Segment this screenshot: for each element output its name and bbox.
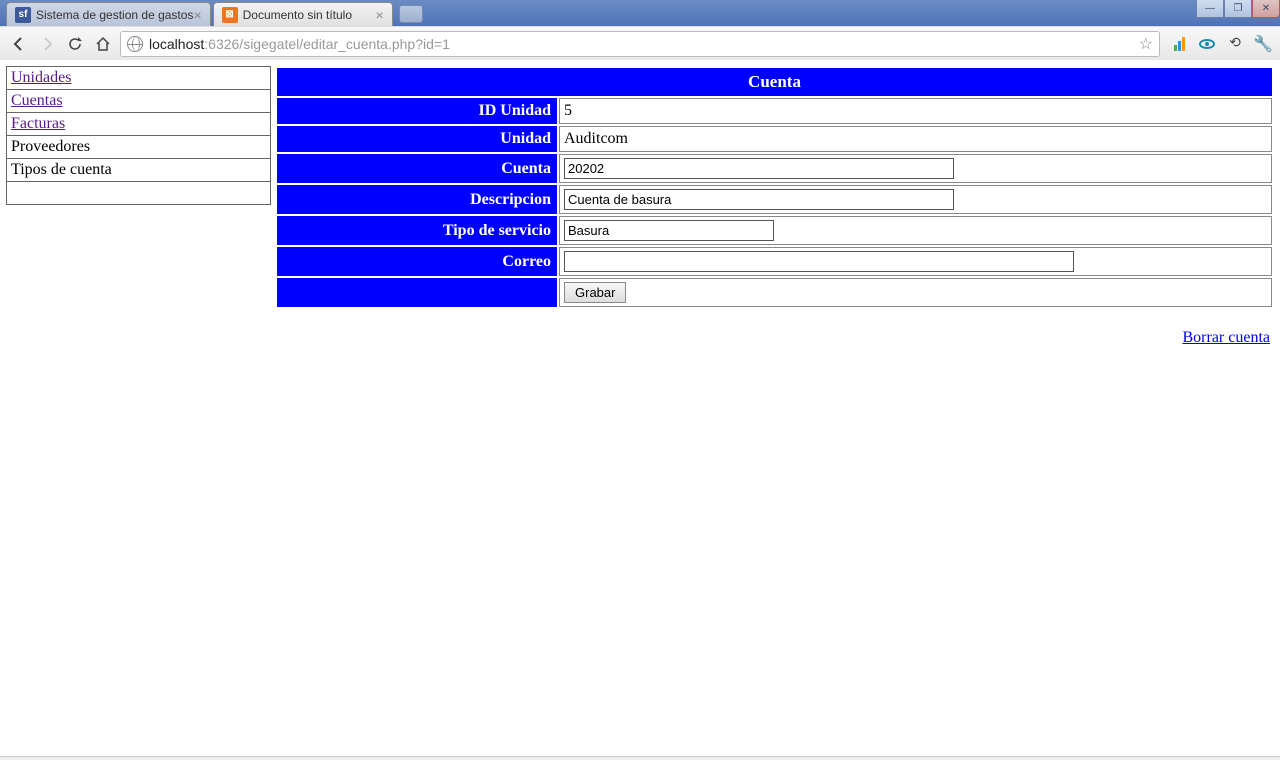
new-tab-button[interactable] xyxy=(399,5,423,23)
bookmark-star-icon[interactable]: ☆ xyxy=(1139,34,1153,54)
sidebar-nav: Unidades Cuentas Facturas Proveedores Ti… xyxy=(6,66,271,347)
tab-label: Documento sin título xyxy=(243,8,352,22)
cuenta-form-table: Cuenta ID Unidad 5 Unidad Auditcom Cuent… xyxy=(275,66,1274,309)
grabar-button[interactable]: Grabar xyxy=(564,282,626,303)
minimize-button[interactable]: — xyxy=(1196,0,1224,18)
sidebar-item-unidades[interactable]: Unidades xyxy=(7,67,271,90)
window-close-button[interactable]: ✕ xyxy=(1252,0,1280,18)
eye-extension-icon[interactable] xyxy=(1198,35,1216,53)
back-button[interactable] xyxy=(8,33,30,55)
close-icon[interactable]: × xyxy=(193,7,201,23)
extension-icons: ⟲ 🔧 xyxy=(1170,35,1272,53)
globe-icon xyxy=(127,36,143,52)
link-tipos-cuenta[interactable]: Tipos de cuenta xyxy=(11,161,112,178)
sidebar-item-proveedores[interactable]: Proveedores xyxy=(7,136,271,159)
link-facturas[interactable]: Facturas xyxy=(11,115,65,132)
label-tipo-servicio: Tipo de servicio xyxy=(277,216,557,245)
correo-input[interactable] xyxy=(564,251,1074,272)
main-form-area: Cuenta ID Unidad 5 Unidad Auditcom Cuent… xyxy=(275,66,1274,347)
window-controls: — ❐ ✕ xyxy=(1196,0,1280,18)
delete-link-row: Borrar cuenta xyxy=(275,329,1274,347)
reload-button[interactable] xyxy=(64,33,86,55)
maximize-button[interactable]: ❐ xyxy=(1224,0,1252,18)
reload-icon xyxy=(67,36,83,52)
sidebar-item-empty xyxy=(7,182,271,205)
label-unidad: Unidad xyxy=(277,126,557,152)
arrow-left-icon xyxy=(10,35,28,53)
label-id-unidad: ID Unidad xyxy=(277,98,557,124)
link-cuentas[interactable]: Cuentas xyxy=(11,92,63,109)
link-proveedores[interactable]: Proveedores xyxy=(11,138,90,155)
home-icon xyxy=(95,36,111,52)
label-descripcion: Descripcion xyxy=(277,185,557,214)
label-correo: Correo xyxy=(277,247,557,276)
sync-extension-icon[interactable]: ⟲ xyxy=(1226,35,1244,53)
sidebar-item-tipos-cuenta[interactable]: Tipos de cuenta xyxy=(7,159,271,182)
tipo-servicio-input[interactable] xyxy=(564,220,774,241)
cuenta-input[interactable] xyxy=(564,158,954,179)
descripcion-input[interactable] xyxy=(564,189,954,210)
sidebar-item-cuentas[interactable]: Cuentas xyxy=(7,90,271,113)
tab-sistema-gestion[interactable]: sf Sistema de gestion de gastos × xyxy=(6,2,211,26)
close-icon[interactable]: × xyxy=(375,7,383,23)
label-cuenta: Cuenta xyxy=(277,154,557,183)
forward-button[interactable] xyxy=(36,33,58,55)
tab-label: Sistema de gestion de gastos xyxy=(36,8,193,22)
value-id-unidad: 5 xyxy=(559,98,1272,124)
browser-chrome: sf Sistema de gestion de gastos × ⊠ Docu… xyxy=(0,0,1280,60)
sidebar-item-facturas[interactable]: Facturas xyxy=(7,113,271,136)
stats-extension-icon[interactable] xyxy=(1170,35,1188,53)
favicon-sf-icon: sf xyxy=(15,7,31,23)
browser-toolbar: localhost:6326/sigegatel/editar_cuenta.p… xyxy=(0,26,1280,60)
url-bar[interactable]: localhost:6326/sigegatel/editar_cuenta.p… xyxy=(120,31,1160,57)
favicon-xampp-icon: ⊠ xyxy=(222,7,238,23)
home-button[interactable] xyxy=(92,33,114,55)
borrar-cuenta-link[interactable]: Borrar cuenta xyxy=(1182,329,1270,346)
label-submit-spacer xyxy=(277,278,557,307)
tab-documento[interactable]: ⊠ Documento sin título × xyxy=(213,2,393,26)
arrow-right-icon xyxy=(38,35,56,53)
value-unidad: Auditcom xyxy=(559,126,1272,152)
form-title: Cuenta xyxy=(277,68,1272,96)
status-bar xyxy=(0,756,1280,760)
wrench-menu-icon[interactable]: 🔧 xyxy=(1254,35,1272,53)
tab-bar: sf Sistema de gestion de gastos × ⊠ Docu… xyxy=(0,0,1280,26)
url-text: localhost:6326/sigegatel/editar_cuenta.p… xyxy=(149,36,450,52)
page-content: Unidades Cuentas Facturas Proveedores Ti… xyxy=(0,60,1280,353)
link-unidades[interactable]: Unidades xyxy=(11,69,71,86)
